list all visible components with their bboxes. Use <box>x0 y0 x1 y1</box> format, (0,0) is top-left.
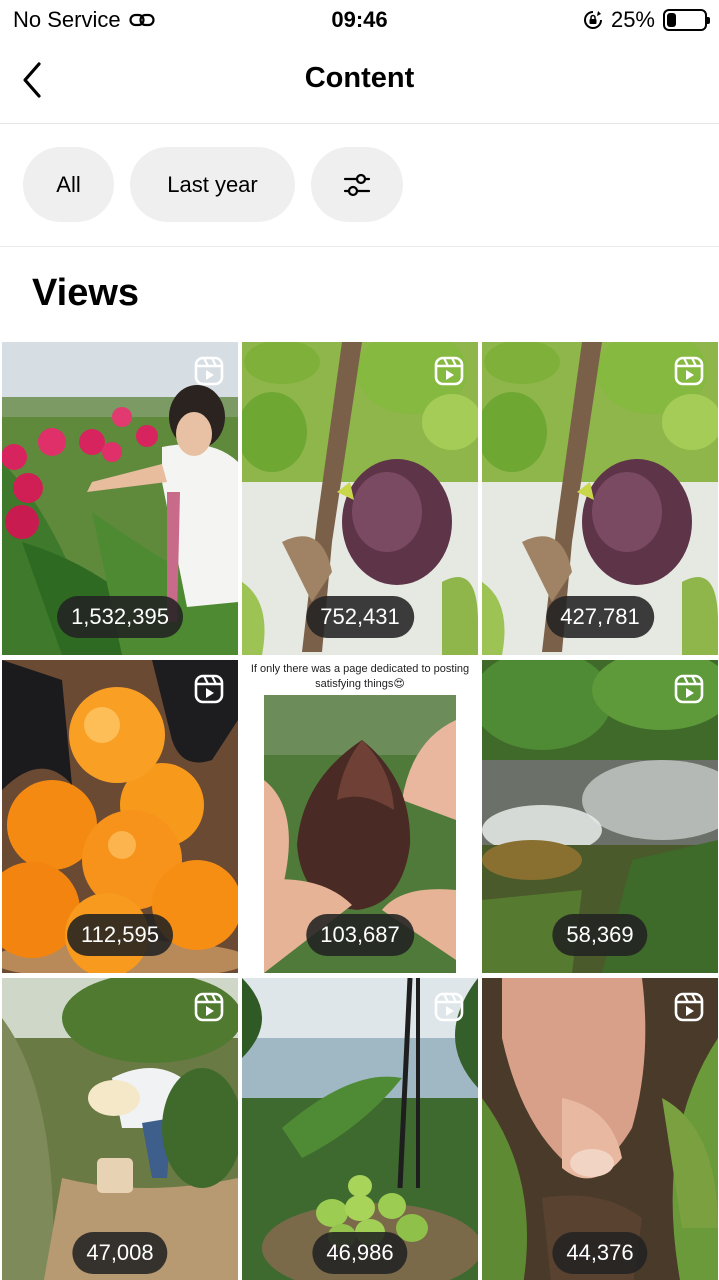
views-count: 58,369 <box>552 914 648 956</box>
views-count: 427,781 <box>546 596 654 638</box>
views-count: 46,986 <box>312 1232 408 1274</box>
post-thumbnail[interactable]: 44,376 <box>482 978 718 1280</box>
post-thumbnail[interactable]: 1,532,395 <box>2 342 238 655</box>
rotation-lock-icon <box>583 11 602 29</box>
date-range-label: Last year <box>167 171 258 197</box>
reels-icon <box>194 356 224 386</box>
post-thumbnail[interactable]: 47,008 <box>2 978 238 1280</box>
divider <box>0 246 719 247</box>
views-count: 112,595 <box>67 914 173 956</box>
battery-level <box>667 13 676 27</box>
nav-bar: Content <box>0 40 719 124</box>
battery-percent: 25% <box>610 7 655 32</box>
views-count: 44,376 <box>552 1232 648 1274</box>
views-count: 1,532,395 <box>57 596 183 638</box>
reels-icon <box>194 992 224 1022</box>
views-count: 103,687 <box>306 914 414 956</box>
reels-icon <box>674 992 704 1022</box>
views-count: 752,431 <box>306 596 414 638</box>
page-title: Content <box>304 62 415 94</box>
views-count: 47,008 <box>72 1232 168 1274</box>
post-thumbnail[interactable]: If only there was a page dedicated to po… <box>242 660 478 973</box>
status-bar: No Service 09:46 25% <box>0 0 719 40</box>
content-type-label: All <box>56 171 81 197</box>
date-range-filter[interactable]: Last year <box>130 147 295 222</box>
reels-icon <box>434 356 464 386</box>
post-thumbnail[interactable]: 752,431 <box>242 342 478 655</box>
filter-bar: All Last year <box>23 147 403 222</box>
post-thumbnail[interactable]: 46,986 <box>242 978 478 1280</box>
content-type-filter[interactable]: All <box>23 147 114 222</box>
section-title: Views <box>32 272 140 314</box>
battery-icon <box>663 9 710 31</box>
post-thumbnail[interactable]: 112,595 <box>2 660 238 973</box>
reels-icon <box>434 992 464 1022</box>
filter-settings-button[interactable] <box>311 147 403 222</box>
reels-icon <box>674 356 704 386</box>
status-right: 25% <box>583 7 710 33</box>
content-grid: 1,532,395 752,431 427,781 112,595 If onl… <box>2 342 718 1280</box>
sliders-icon <box>343 173 371 196</box>
reels-icon <box>194 674 224 704</box>
post-thumbnail[interactable]: 427,781 <box>482 342 718 655</box>
reels-icon <box>674 674 704 704</box>
post-thumbnail[interactable]: 58,369 <box>482 660 718 973</box>
post-caption: If only there was a page dedicated to po… <box>250 663 470 690</box>
